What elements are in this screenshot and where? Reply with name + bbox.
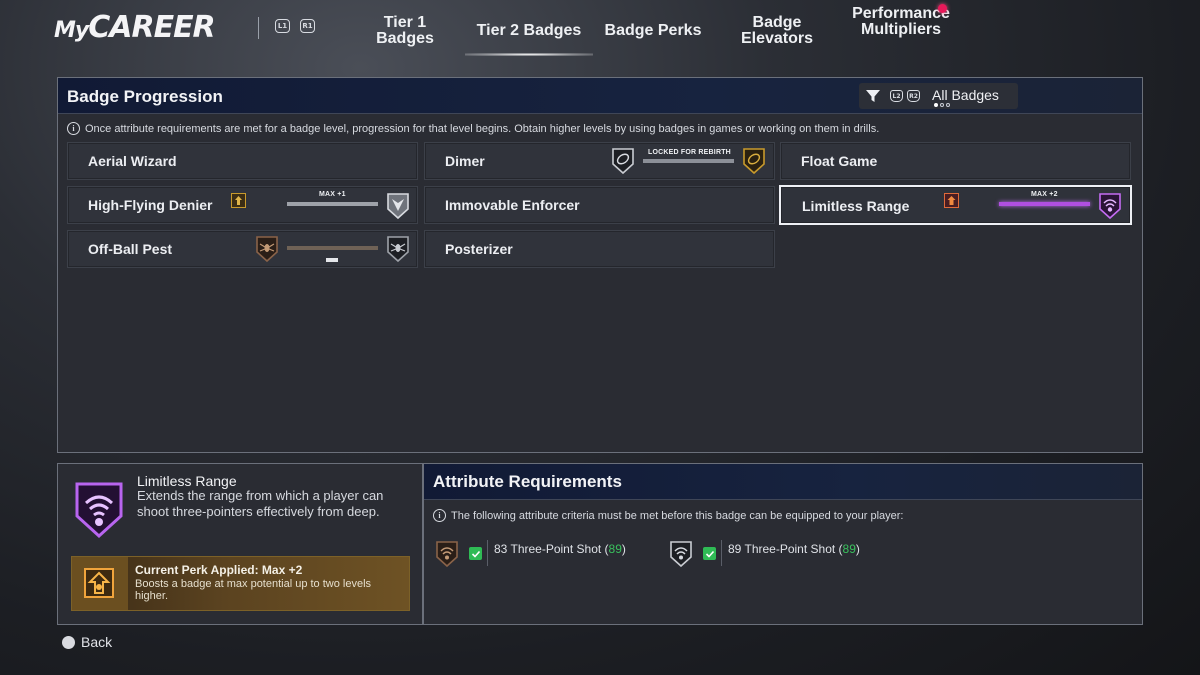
info-icon: i <box>67 122 80 135</box>
badge-name: High-Flying Denier <box>88 197 213 213</box>
requirements-info: i The following attribute criteria must … <box>433 509 903 522</box>
tab-tier-2-badges[interactable]: Tier 2 Badges <box>465 0 593 62</box>
bronze-badge-icon <box>256 236 278 263</box>
max-plus-two-perk-icon <box>84 568 114 598</box>
check-icon <box>703 547 716 560</box>
tab-label: Tier 1 Badges <box>376 14 434 47</box>
silver-badge-icon <box>612 148 634 175</box>
perk-title: Current Perk Applied: Max +2 <box>135 563 303 577</box>
badge-off-ball-pest[interactable]: Off-Ball Pest <box>67 230 418 268</box>
divider <box>487 540 488 566</box>
tab-label: Badge Perks <box>604 22 702 39</box>
badge-name: Limitless Range <box>802 198 910 214</box>
panel-header: Badge Progression L2 R2 All Badges <box>58 78 1142 114</box>
info-text: Once attribute requirements are met for … <box>85 122 880 135</box>
info-icon: i <box>433 509 446 522</box>
current-perk-card: Current Perk Applied: Max +2 Boosts a ba… <box>71 556 410 611</box>
back-label: Back <box>81 634 113 650</box>
filter-label: All Badges <box>932 87 999 103</box>
badge-limitless-range[interactable]: Limitless Range MAX +2 <box>779 185 1132 225</box>
badge-name: Posterizer <box>445 241 513 257</box>
tab-label: Performance Multipliers <box>852 5 950 38</box>
panel-title: Badge Progression <box>67 87 223 106</box>
perk-icon <box>944 193 959 208</box>
badge-aerial-wizard[interactable]: Aerial Wizard <box>67 142 418 180</box>
l1-bumper-icon: L1 <box>275 19 290 33</box>
tab-badge-elevators[interactable]: Badge Elevators <box>733 0 821 62</box>
gold-badge-icon <box>743 148 765 175</box>
badge-status-label: MAX +2 <box>1031 191 1058 198</box>
requirement-item-bronze: 83 Three-Point Shot (89) <box>435 540 655 568</box>
silver-badge-icon <box>387 193 409 220</box>
badge-posterizer[interactable]: Posterizer <box>424 230 775 268</box>
badge-float-game[interactable]: Float Game <box>780 142 1131 180</box>
perk-icon-area <box>72 557 128 610</box>
bronze-badge-icon <box>436 541 458 568</box>
purple-badge-icon <box>1099 193 1121 220</box>
badge-dimer[interactable]: Dimer LOCKED FOR REBIRTH <box>424 142 775 180</box>
detail-badge-title: Limitless Range <box>137 473 237 489</box>
top-navigation: MyCAREER L1 R1 Tier 1 Badges Tier 2 Badg… <box>0 0 1200 62</box>
progress-track <box>643 159 734 163</box>
back-button[interactable]: Back <box>62 634 112 650</box>
tab-label: Badge Elevators <box>740 14 814 47</box>
attribute-requirements-panel: Attribute Requirements i The following a… <box>423 463 1143 625</box>
r2-trigger-icon: R2 <box>907 90 920 102</box>
requirements-header: Attribute Requirements <box>424 464 1142 500</box>
badge-progression-panel: Badge Progression L2 R2 All Badges i Onc… <box>57 77 1143 453</box>
badge-status-label: LOCKED FOR REBIRTH <box>648 149 731 156</box>
detail-badge-description: Extends the range from which a player ca… <box>137 488 384 519</box>
badge-name: Aerial Wizard <box>88 153 177 169</box>
divider <box>721 540 722 566</box>
l2-trigger-icon: L2 <box>890 90 903 102</box>
check-icon <box>469 547 482 560</box>
tab-tier-1-badges[interactable]: Tier 1 Badges <box>353 0 457 62</box>
badge-detail-panel: Limitless Range Extends the range from w… <box>57 463 423 625</box>
badge-high-flying-denier[interactable]: High-Flying Denier MAX +1 <box>67 186 418 224</box>
limitless-range-badge-icon <box>75 482 123 539</box>
mycareer-logo: MyCAREER <box>54 10 216 45</box>
perk-icon <box>231 193 246 208</box>
info-text: The following attribute criteria must be… <box>451 509 904 522</box>
badge-name: Dimer <box>445 153 485 169</box>
badge-immovable-enforcer[interactable]: Immovable Enforcer <box>424 186 775 224</box>
tab-label: Tier 2 Badges <box>476 22 582 39</box>
requirement-text: 83 Three-Point Shot (89) <box>494 542 626 556</box>
tab-badge-perks[interactable]: Badge Perks <box>603 0 703 62</box>
progression-info: i Once attribute requirements are met fo… <box>67 122 879 135</box>
silver-badge-icon <box>387 236 409 263</box>
perk-description: Boosts a badge at max potential up to tw… <box>135 578 372 602</box>
filter-page-dots <box>934 103 950 107</box>
progress-track <box>999 202 1090 206</box>
requirement-text: 89 Three-Point Shot (89) <box>728 542 860 556</box>
filter-icon <box>866 90 880 102</box>
badge-name: Float Game <box>801 153 878 169</box>
logo-divider <box>258 17 259 39</box>
progress-marker <box>326 258 338 262</box>
badge-name: Off-Ball Pest <box>88 241 173 257</box>
circle-button-icon <box>62 635 75 649</box>
requirement-item-silver: 89 Three-Point Shot (89) <box>669 540 889 568</box>
silver-badge-icon <box>670 541 692 568</box>
badge-name: Immovable Enforcer <box>445 197 580 213</box>
badge-status-label: MAX +1 <box>319 191 346 198</box>
badge-filter[interactable]: L2 R2 All Badges <box>859 83 1018 109</box>
progress-track <box>287 202 378 206</box>
notification-dot <box>938 4 947 13</box>
requirements-title: Attribute Requirements <box>433 472 622 491</box>
r1-bumper-icon: R1 <box>300 19 315 33</box>
progress-track <box>287 246 378 250</box>
